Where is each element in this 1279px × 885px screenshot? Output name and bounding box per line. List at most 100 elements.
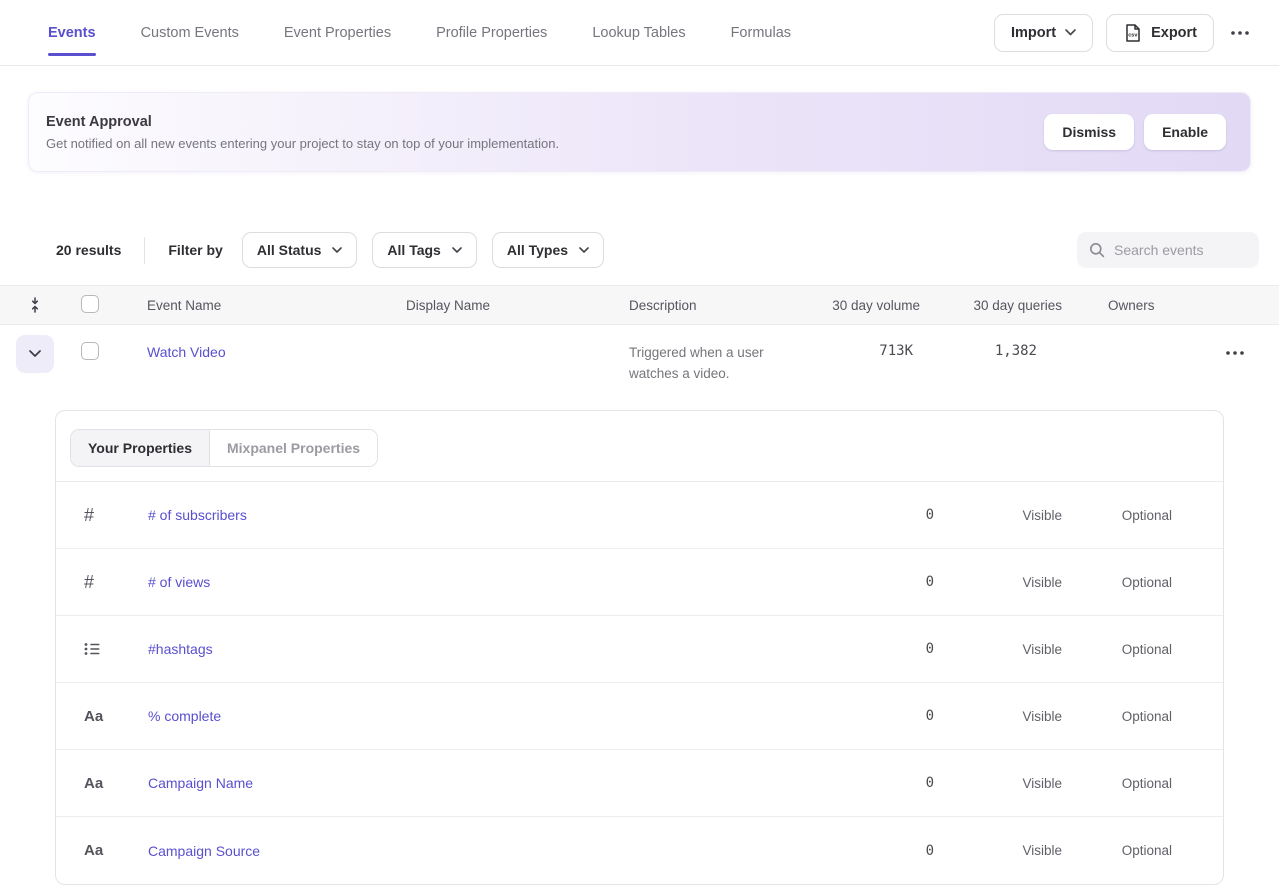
property-name-link[interactable]: Campaign Name bbox=[148, 775, 874, 791]
import-button-label: Import bbox=[1011, 25, 1056, 41]
banner-subtitle: Get notified on all new events entering … bbox=[46, 136, 559, 151]
property-volume: 0 bbox=[926, 641, 934, 657]
tab-your-properties[interactable]: Your Properties bbox=[71, 430, 210, 466]
table-row-watch-video: Watch Video Triggered when a user watche… bbox=[0, 325, 1279, 395]
export-button-label: Export bbox=[1151, 25, 1197, 41]
list-property-icon bbox=[56, 642, 148, 656]
svg-text:csv: csv bbox=[1128, 32, 1138, 38]
property-volume: 0 bbox=[926, 708, 934, 724]
status-filter-label: All Status bbox=[257, 242, 322, 258]
search-icon bbox=[1089, 242, 1105, 258]
chevron-down-icon bbox=[1065, 29, 1076, 36]
tags-filter-dropdown[interactable]: All Tags bbox=[372, 232, 476, 268]
chevron-down-icon bbox=[452, 247, 462, 253]
collapse-rows-button[interactable] bbox=[0, 297, 81, 313]
property-volume: 0 bbox=[926, 775, 934, 791]
property-requirement: Optional bbox=[1122, 508, 1172, 523]
more-icon bbox=[1231, 31, 1249, 35]
collapse-rows-icon bbox=[27, 297, 43, 313]
property-name-link[interactable]: # of subscribers bbox=[148, 507, 874, 523]
chevron-down-icon bbox=[332, 247, 342, 253]
property-row: Aa % complete 0 Visible Optional bbox=[56, 683, 1223, 750]
column-header-description: Description bbox=[629, 298, 810, 313]
property-visibility: Visible bbox=[1022, 843, 1062, 858]
tags-filter-label: All Tags bbox=[387, 242, 440, 258]
tab-events[interactable]: Events bbox=[48, 0, 96, 65]
row-more-options-button[interactable] bbox=[1222, 345, 1248, 361]
tab-custom-events[interactable]: Custom Events bbox=[141, 0, 239, 65]
chevron-down-icon bbox=[579, 247, 589, 253]
column-header-volume: 30 day volume bbox=[832, 298, 920, 313]
event-approval-banner: Event Approval Get notified on all new e… bbox=[28, 92, 1251, 172]
property-name-link[interactable]: Campaign Source bbox=[148, 843, 874, 859]
dismiss-button[interactable]: Dismiss bbox=[1044, 114, 1134, 150]
banner-actions: Dismiss Enable bbox=[1044, 114, 1226, 150]
property-requirement: Optional bbox=[1122, 575, 1172, 590]
property-row: #hashtags 0 Visible Optional bbox=[56, 616, 1223, 683]
property-name-link[interactable]: #hashtags bbox=[148, 641, 874, 657]
export-button[interactable]: csv Export bbox=[1106, 14, 1214, 52]
results-count: 20 results bbox=[56, 242, 121, 258]
event-description: Triggered when a user watches a video. bbox=[629, 335, 810, 384]
status-filter-dropdown[interactable]: All Status bbox=[242, 232, 358, 268]
nav-tabs: Events Custom Events Event Properties Pr… bbox=[48, 0, 791, 65]
column-header-display-name: Display Name bbox=[406, 298, 629, 313]
banner-text: Event Approval Get notified on all new e… bbox=[46, 114, 559, 151]
property-row: Aa Campaign Source 0 Visible Optional bbox=[56, 817, 1223, 884]
divider bbox=[144, 237, 145, 264]
tab-profile-properties[interactable]: Profile Properties bbox=[436, 0, 547, 65]
properties-tabs: Your Properties Mixpanel Properties bbox=[70, 429, 378, 467]
chevron-down-icon bbox=[29, 350, 41, 358]
more-options-button[interactable] bbox=[1227, 25, 1253, 41]
property-visibility: Visible bbox=[1022, 575, 1062, 590]
filter-by-label: Filter by bbox=[168, 242, 222, 258]
filter-bar: 20 results Filter by All Status All Tags… bbox=[56, 232, 1259, 268]
column-header-queries: 30 day queries bbox=[973, 298, 1062, 313]
property-row: # # of subscribers 0 Visible Optional bbox=[56, 482, 1223, 549]
property-volume: 0 bbox=[926, 574, 934, 590]
text-property-icon: Aa bbox=[56, 708, 148, 725]
text-property-icon: Aa bbox=[56, 775, 148, 792]
property-requirement: Optional bbox=[1122, 709, 1172, 724]
property-volume: 0 bbox=[926, 507, 934, 523]
tab-formulas[interactable]: Formulas bbox=[731, 0, 791, 65]
property-requirement: Optional bbox=[1122, 843, 1172, 858]
event-properties-panel: Your Properties Mixpanel Properties # # … bbox=[55, 410, 1224, 885]
property-visibility: Visible bbox=[1022, 642, 1062, 657]
collapse-row-button[interactable] bbox=[16, 335, 54, 373]
row-checkbox[interactable] bbox=[81, 342, 99, 360]
types-filter-label: All Types bbox=[507, 242, 568, 258]
import-button[interactable]: Import bbox=[994, 14, 1093, 52]
more-icon bbox=[1226, 351, 1244, 355]
csv-file-icon: csv bbox=[1123, 23, 1142, 43]
property-volume: 0 bbox=[926, 843, 934, 859]
events-table-header: Event Name Display Name Description 30 d… bbox=[0, 285, 1279, 325]
property-visibility: Visible bbox=[1022, 709, 1062, 724]
select-all-checkbox[interactable] bbox=[81, 295, 99, 313]
property-name-link[interactable]: % complete bbox=[148, 708, 874, 724]
property-name-link[interactable]: # of views bbox=[148, 574, 874, 590]
enable-button[interactable]: Enable bbox=[1144, 114, 1226, 150]
event-name-link[interactable]: Watch Video bbox=[147, 335, 406, 360]
column-header-owners: Owners bbox=[1062, 298, 1190, 313]
property-requirement: Optional bbox=[1122, 776, 1172, 791]
queries-value: 1,382 bbox=[995, 335, 1062, 359]
tab-event-properties[interactable]: Event Properties bbox=[284, 0, 391, 65]
types-filter-dropdown[interactable]: All Types bbox=[492, 232, 604, 268]
banner-title: Event Approval bbox=[46, 114, 559, 130]
properties-panel-header: Your Properties Mixpanel Properties bbox=[56, 411, 1223, 482]
nav-actions: Import csv Export bbox=[994, 14, 1253, 52]
search-input[interactable] bbox=[1114, 242, 1247, 258]
property-row: Aa Campaign Name 0 Visible Optional bbox=[56, 750, 1223, 817]
top-navigation: Events Custom Events Event Properties Pr… bbox=[0, 0, 1279, 66]
text-property-icon: Aa bbox=[56, 842, 148, 859]
column-header-event-name: Event Name bbox=[147, 298, 406, 313]
search-box[interactable] bbox=[1077, 232, 1259, 268]
volume-value: 713K bbox=[879, 335, 920, 359]
tab-lookup-tables[interactable]: Lookup Tables bbox=[592, 0, 685, 65]
number-property-icon: # bbox=[56, 572, 148, 593]
property-visibility: Visible bbox=[1022, 776, 1062, 791]
tab-mixpanel-properties[interactable]: Mixpanel Properties bbox=[210, 430, 377, 466]
property-visibility: Visible bbox=[1022, 508, 1062, 523]
property-row: # # of views 0 Visible Optional bbox=[56, 549, 1223, 616]
